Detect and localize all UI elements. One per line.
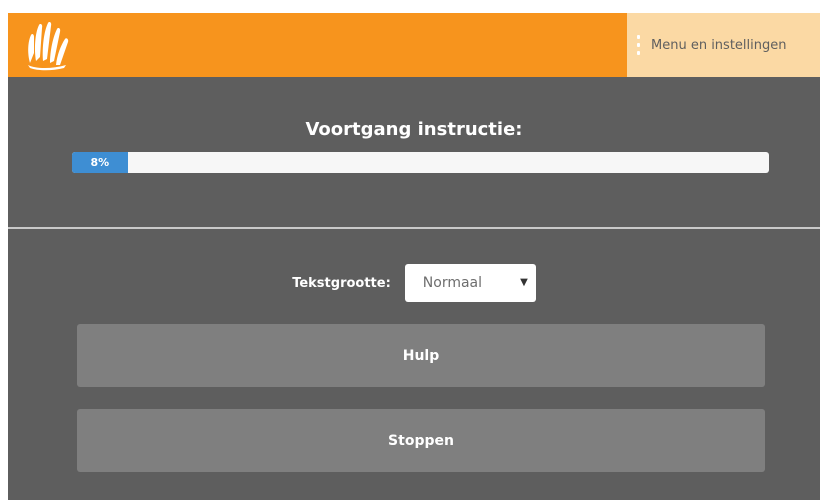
progress-fill: 8% (72, 152, 128, 173)
app-frame: Menu en instellingen Voortgang instructi… (8, 13, 820, 500)
top-bar: Menu en instellingen (8, 13, 820, 77)
text-size-value: Normaal (422, 275, 483, 291)
hands-logo-icon (28, 22, 69, 71)
text-size-label: Tekstgrootte: (292, 275, 391, 291)
text-size-select[interactable]: Normaal ▼ (404, 264, 536, 302)
vertical-dots-icon (637, 35, 641, 55)
menu-settings-button[interactable]: Menu en instellingen (627, 13, 820, 77)
section-divider (8, 227, 820, 229)
text-size-row: Tekstgrootte: Normaal ▼ (8, 264, 820, 302)
caret-down-icon: ▼ (520, 277, 528, 288)
stop-button[interactable]: Stoppen (77, 409, 765, 472)
help-button[interactable]: Hulp (77, 324, 765, 387)
progress-bar: 8% (72, 152, 769, 173)
menu-settings-label: Menu en instellingen (651, 37, 787, 53)
progress-title: Voortgang instructie: (305, 119, 523, 140)
